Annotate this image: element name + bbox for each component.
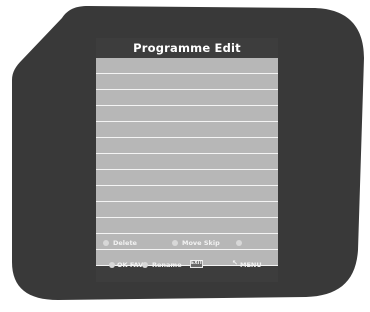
yellow-button-icon[interactable] <box>236 240 242 246</box>
list-item[interactable] <box>96 74 278 90</box>
list-item[interactable] <box>96 106 278 122</box>
menu-hint[interactable]: MENU <box>240 261 262 269</box>
rename-hint[interactable]: Rename <box>152 261 182 269</box>
move-skip-hint[interactable]: Move Skip <box>182 239 220 247</box>
blue-button-icon <box>142 262 148 268</box>
list-item[interactable] <box>96 170 278 186</box>
menu-arrow-icon: ↖ <box>232 259 238 267</box>
list-item[interactable] <box>96 122 278 138</box>
list-item[interactable] <box>96 218 278 234</box>
ok-button-icon <box>109 262 115 268</box>
green-button-icon <box>172 240 178 246</box>
delete-hint[interactable]: Delete <box>113 239 137 247</box>
red-button-icon <box>103 240 109 246</box>
list-item[interactable] <box>96 186 278 202</box>
tv-screen-illustration: Programme Edit Delete Move Skip OK FAV R… <box>0 0 370 312</box>
list-item[interactable] <box>96 90 278 106</box>
list-item[interactable] <box>96 154 278 170</box>
list-item[interactable] <box>96 58 278 74</box>
exit-button-icon[interactable]: EXIT <box>190 260 203 268</box>
list-item[interactable] <box>96 202 278 218</box>
programme-list <box>96 58 278 266</box>
ok-fav-hint[interactable]: OK FAV <box>117 261 143 269</box>
list-item[interactable] <box>96 138 278 154</box>
page-title: Programme Edit <box>133 41 241 55</box>
